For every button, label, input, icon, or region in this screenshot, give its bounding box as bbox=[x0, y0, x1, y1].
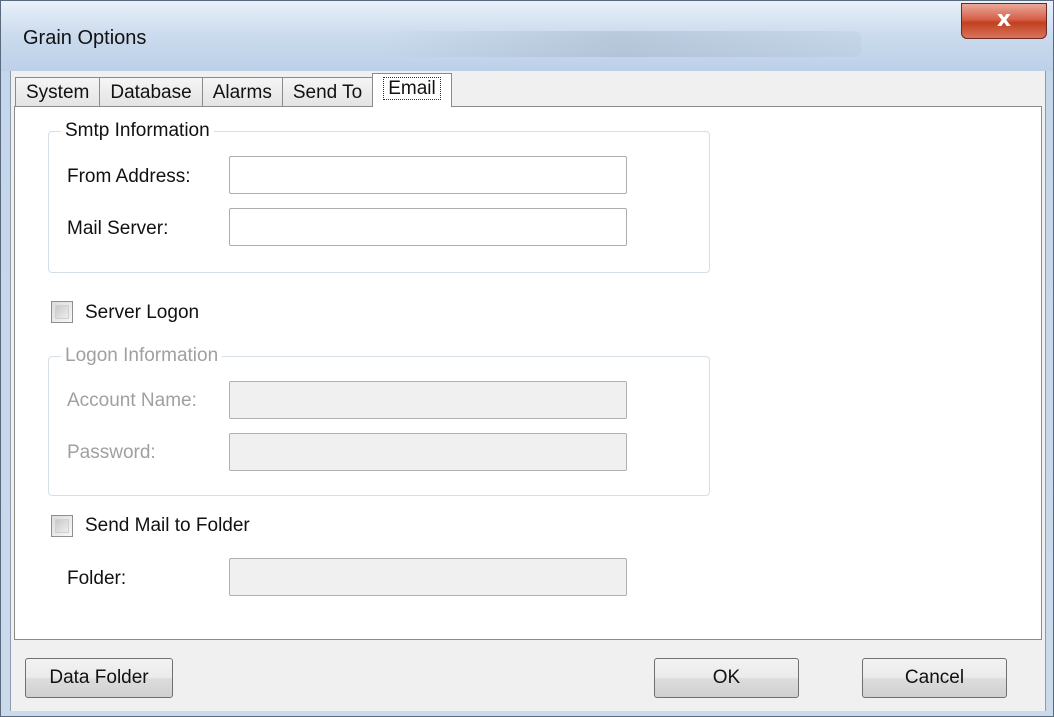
account-name-input[interactable] bbox=[229, 381, 627, 419]
send-mail-to-folder-label[interactable]: Send Mail to Folder bbox=[85, 515, 250, 537]
folder-input[interactable] bbox=[229, 558, 627, 596]
tab-system[interactable]: System bbox=[15, 77, 101, 107]
ok-button[interactable]: OK bbox=[654, 658, 799, 698]
title-bar[interactable]: Grain Options x bbox=[1, 1, 1053, 71]
from-address-label: From Address: bbox=[67, 166, 191, 187]
mail-server-label: Mail Server: bbox=[67, 218, 169, 239]
tab-send-to[interactable]: Send To bbox=[281, 77, 374, 107]
server-logon-label[interactable]: Server Logon bbox=[85, 302, 199, 324]
logon-information-legend: Logon Information bbox=[61, 345, 223, 367]
logon-information-group: Logon Information bbox=[48, 345, 710, 496]
smtp-information-legend: Smtp Information bbox=[61, 120, 214, 142]
background-blur bbox=[381, 31, 861, 57]
window-title: Grain Options bbox=[23, 27, 147, 49]
from-address-input[interactable] bbox=[229, 156, 627, 194]
password-label: Password: bbox=[67, 442, 156, 463]
data-folder-button[interactable]: Data Folder bbox=[25, 658, 173, 698]
tab-database[interactable]: Database bbox=[99, 77, 203, 107]
folder-label: Folder: bbox=[67, 568, 127, 589]
tab-email[interactable]: Email bbox=[372, 73, 452, 107]
close-icon: x bbox=[996, 7, 1012, 32]
mail-server-input[interactable] bbox=[229, 208, 627, 246]
server-logon-checkbox[interactable] bbox=[51, 301, 73, 323]
smtp-information-group: Smtp Information bbox=[48, 120, 710, 273]
password-input[interactable] bbox=[229, 433, 627, 471]
tab-email-label: Email bbox=[383, 77, 441, 100]
account-name-label: Account Name: bbox=[67, 390, 197, 411]
grain-options-window: Grain Options x System Database Alarms S… bbox=[0, 0, 1054, 717]
close-button[interactable]: x bbox=[961, 3, 1047, 39]
tab-alarms[interactable]: Alarms bbox=[201, 77, 283, 107]
email-tab-page: Smtp Information From Address: Mail Serv… bbox=[14, 106, 1042, 640]
tab-strip: System Database Alarms Send To Email bbox=[15, 73, 452, 107]
send-mail-to-folder-checkbox[interactable] bbox=[51, 515, 73, 537]
cancel-button[interactable]: Cancel bbox=[862, 658, 1007, 698]
